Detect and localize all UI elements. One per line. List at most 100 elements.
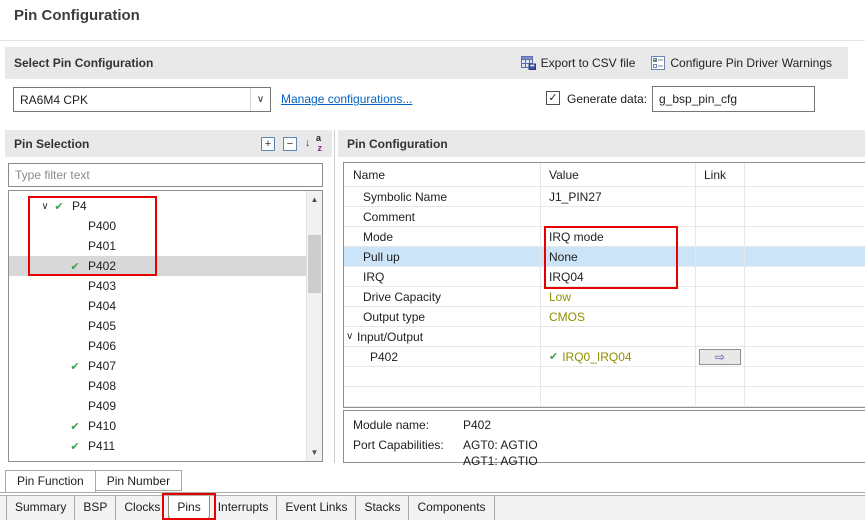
link-cell: ⇨	[696, 287, 745, 306]
pin-configuration-select[interactable]: RA6M4 CPK ∨	[13, 87, 271, 112]
tree-item-p405[interactable]: ∨ ✔ P405	[9, 316, 306, 336]
table-row-drive-capacity[interactable]: ∨ Drive Capacity ✔ Low ⇨	[344, 287, 865, 307]
tree-item-p412[interactable]: ∨ ✔ P412	[9, 456, 306, 462]
value-cell[interactable]: ✔ None	[541, 247, 696, 266]
tree-item-label: P409	[83, 399, 116, 413]
tree-item-p401[interactable]: ∨ ✔ P401	[9, 236, 306, 256]
port-capability: AGT0: AGTIO	[463, 437, 538, 453]
table-row-pull-up[interactable]: ∨ Pull up ✔ None ⇨	[344, 247, 865, 267]
value-cell[interactable]: ✔ IRQ04	[541, 267, 696, 286]
tree-item-p402[interactable]: ∨ ✔ P402	[9, 256, 306, 276]
tab-pin-number[interactable]: Pin Number	[96, 470, 182, 491]
generate-data-input[interactable]	[652, 86, 815, 112]
link-cell: ⇨	[696, 387, 745, 406]
configure-pin-driver-warnings-button[interactable]: Configure Pin Driver Warnings	[651, 56, 832, 70]
tree-item-p410[interactable]: ∨ ✔ P410	[9, 416, 306, 436]
select-pin-configuration-header: Select Pin Configuration Export to CSV f…	[5, 47, 848, 79]
tree-item-label: P407	[83, 359, 116, 373]
tab-components[interactable]: Components	[409, 496, 494, 520]
module-name-label: Module name:	[353, 417, 463, 433]
table-row[interactable]: ∨ ✔ ⇨	[344, 367, 865, 387]
tree-item-p409[interactable]: ∨ ✔ P409	[9, 396, 306, 416]
scrollbar-thumb[interactable]	[308, 235, 321, 293]
check-icon: ✓	[548, 93, 557, 104]
panel-divider[interactable]	[334, 130, 335, 463]
pin-filter-input[interactable]	[8, 163, 323, 187]
tree-item-label: P412	[83, 459, 116, 462]
tab-clocks[interactable]: Clocks	[116, 496, 169, 520]
scroll-up-icon[interactable]: ▲	[307, 192, 322, 207]
property-name: Symbolic Name	[344, 190, 447, 204]
tree-item-label: P404	[83, 299, 116, 313]
table-row-symbolic-name[interactable]: ∨ Symbolic Name ✔ J1_PIN27 ⇨	[344, 187, 865, 207]
table-row-input-output[interactable]: ∨ Input/Output ✔ ⇨	[344, 327, 865, 347]
table-row-mode[interactable]: ∨ Mode ✔ IRQ mode ⇨	[344, 227, 865, 247]
tab-stacks[interactable]: Stacks	[356, 496, 409, 520]
tab-event-links[interactable]: Event Links	[277, 496, 356, 520]
value-cell[interactable]: ✔ J1_PIN27	[541, 187, 696, 206]
tree-expander-icon[interactable]: ∨	[39, 201, 51, 212]
tree-item-p4[interactable]: ∨ ✔ P4	[9, 196, 306, 216]
property-value: J1_PIN27	[549, 190, 602, 204]
export-csv-button[interactable]: Export to CSV file	[521, 56, 636, 70]
value-cell[interactable]: ✔ CMOS	[541, 307, 696, 326]
tab-summary[interactable]: Summary	[6, 496, 75, 520]
property-value: None	[549, 250, 578, 264]
tree-item-p411[interactable]: ∨ ✔ P411	[9, 436, 306, 456]
tab-pin-function[interactable]: Pin Function	[5, 470, 96, 493]
link-arrow-button[interactable]: ⇨	[699, 349, 741, 365]
name-cell: ∨	[344, 367, 541, 386]
chevron-down-icon[interactable]: ∨	[250, 88, 270, 111]
extra-cell	[745, 347, 865, 366]
value-cell[interactable]: ✔ IRQ mode	[541, 227, 696, 246]
tab-interrupts[interactable]: Interrupts	[210, 496, 278, 520]
tree-item-p406[interactable]: ∨ ✔ P406	[9, 336, 306, 356]
tree-item-p407[interactable]: ∨ ✔ P407	[9, 356, 306, 376]
table-row-comment[interactable]: ∨ Comment ✔ ⇨	[344, 207, 865, 227]
tab-pins[interactable]: Pins	[168, 496, 209, 520]
port-capabilities-label: Port Capabilities:	[353, 437, 463, 469]
extra-cell	[745, 367, 865, 386]
extra-cell	[745, 267, 865, 286]
manage-configurations-link[interactable]: Manage configurations...	[281, 92, 412, 106]
row-expander-icon[interactable]: ∨	[346, 331, 355, 342]
link-cell: ⇨	[696, 247, 745, 266]
export-csv-label: Export to CSV file	[541, 56, 636, 70]
tree-item-p403[interactable]: ∨ ✔ P403	[9, 276, 306, 296]
tree-scrollbar[interactable]: ▲ ▼	[306, 191, 322, 461]
scroll-down-icon[interactable]: ▼	[307, 445, 322, 460]
value-cell[interactable]: ✔	[541, 327, 696, 346]
generate-data-checkbox[interactable]: ✓	[546, 91, 560, 105]
tree-item-p408[interactable]: ∨ ✔ P408	[9, 376, 306, 396]
module-name-line: Module name: P402	[353, 417, 865, 433]
column-header-link[interactable]: Link	[696, 163, 745, 186]
pin-properties-table: Name Value Link ∨ Symbolic Name ✔ J1_PIN…	[343, 162, 865, 408]
page-title: Pin Configuration	[14, 7, 140, 24]
value-cell[interactable]: ✔ IRQ0_IRQ04	[541, 347, 696, 366]
column-header-name[interactable]: Name	[344, 163, 541, 186]
table-row-output-type[interactable]: ∨ Output type ✔ CMOS ⇨	[344, 307, 865, 327]
extra-cell	[745, 287, 865, 306]
sort-az-icon[interactable]: ↓ a z	[305, 136, 322, 151]
property-value: CMOS	[549, 310, 585, 324]
table-row-irq[interactable]: ∨ IRQ ✔ IRQ04 ⇨	[344, 267, 865, 287]
table-row[interactable]: ∨ ✔ ⇨	[344, 387, 865, 407]
tree-item-p400[interactable]: ∨ ✔ P400	[9, 216, 306, 236]
tab-bsp[interactable]: BSP	[75, 496, 116, 520]
value-cell[interactable]: ✔	[541, 387, 696, 406]
value-cell[interactable]: ✔	[541, 367, 696, 386]
table-row-p402[interactable]: ∨ P402 ✔ IRQ0_IRQ04 ⇨	[344, 347, 865, 367]
property-value: IRQ mode	[549, 230, 604, 244]
value-cell[interactable]: ✔ Low	[541, 287, 696, 306]
expand-all-icon[interactable]: +	[261, 137, 275, 151]
port-capability: AGT1: AGTIO	[463, 453, 538, 469]
tree-item-p404[interactable]: ∨ ✔ P404	[9, 296, 306, 316]
name-cell: ∨ IRQ	[344, 267, 541, 286]
column-header-value[interactable]: Value	[541, 163, 696, 186]
value-check-icon: ✔	[549, 350, 558, 363]
collapse-all-icon[interactable]: −	[283, 137, 297, 151]
pin-tree: ∨ ✔ P4 ∨ ✔ P400 ∨ ✔ P401 ∨ ✔ P402 ∨ ✔ P4…	[8, 190, 323, 462]
value-cell[interactable]: ✔	[541, 207, 696, 226]
extra-cell	[745, 207, 865, 226]
link-cell: ⇨	[696, 367, 745, 386]
